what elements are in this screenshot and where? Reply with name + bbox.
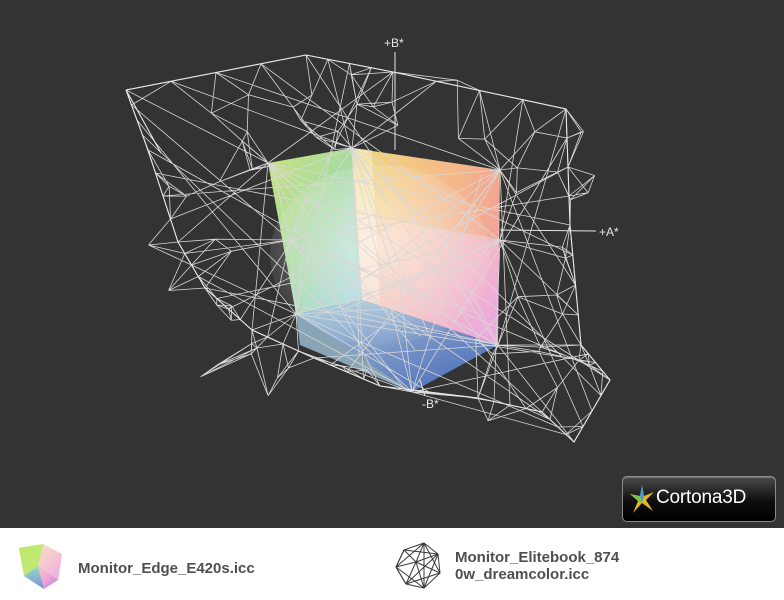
axis-label-b-minus: -B*	[422, 397, 439, 411]
solid-gamut-icon	[19, 544, 62, 589]
legend-bar: Monitor_Edge_E420s.icc Monitor_Elitebook…	[0, 528, 784, 600]
gamut-3d-viewport[interactable]: +B* +A* -B* Cortona3D	[0, 0, 784, 528]
legend-item-wireframe[interactable]: Monitor_Elitebook_874 0w_dreamcolor.icc	[394, 540, 754, 592]
gamut-scene[interactable]	[0, 0, 784, 528]
cortona3d-logo-button[interactable]: Cortona3D	[622, 476, 776, 522]
axis-label-a-plus: +A*	[599, 225, 619, 239]
axis-label-b-plus: +B*	[384, 36, 404, 50]
cortona-star-icon	[630, 485, 654, 513]
wireframe-gamut	[125, 54, 611, 443]
wireframe-gamut-icon	[395, 542, 441, 589]
legend-label-solid: Monitor_Edge_E420s.icc	[78, 560, 255, 577]
legend-item-solid[interactable]: Monitor_Edge_E420s.icc	[16, 542, 316, 590]
cortona-brand-text: Cortona3D	[656, 487, 747, 508]
wireframe-mesh	[125, 54, 611, 443]
solid-gamut-volume	[268, 148, 500, 392]
legend-label-wireframe: Monitor_Elitebook_874 0w_dreamcolor.icc	[455, 549, 620, 583]
